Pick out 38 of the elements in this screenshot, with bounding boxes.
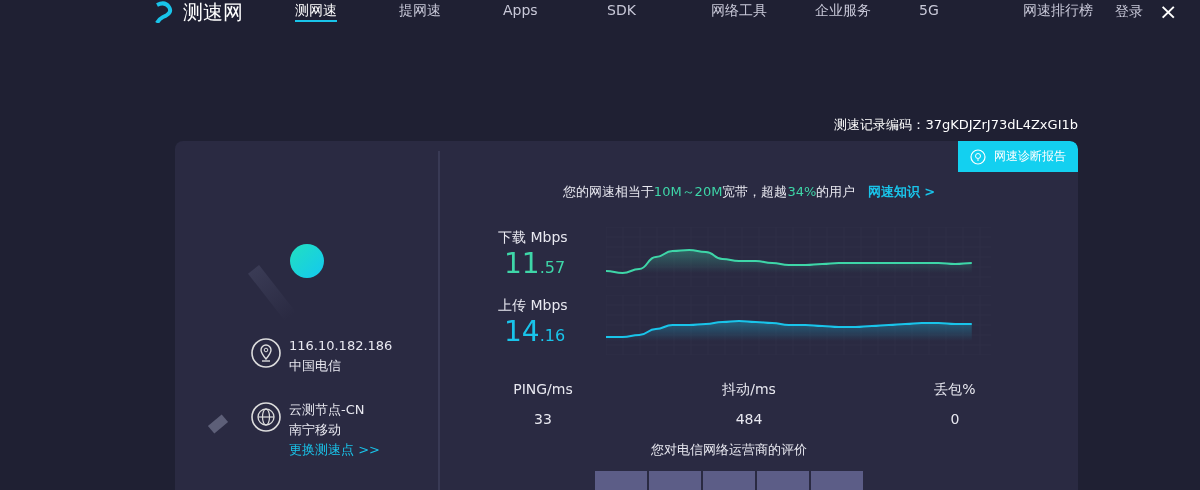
metric-label: 丢包% [933, 381, 977, 399]
metric-value: 484 [734, 411, 764, 427]
metric-label: 抖动/ms [721, 381, 777, 399]
rating-prompt: 您对电信网络运营商的评价 [650, 441, 808, 459]
nav-tab[interactable]: 5G [919, 1, 1023, 23]
rating-option[interactable] [757, 471, 809, 490]
speed-value: 11.57 [503, 247, 562, 280]
login-link[interactable]: 登录 [1115, 3, 1143, 21]
server-location: 南宁移动 [289, 422, 342, 438]
nav-tab[interactable]: 网络工具 [711, 1, 815, 23]
location-pin-icon [251, 338, 281, 368]
close-button[interactable]: × [1159, 1, 1178, 23]
nav-tab[interactable]: Apps [503, 1, 607, 23]
speed-label: 上传 Mbps [498, 296, 568, 315]
ip-address: 116.10.182.186 [289, 338, 393, 354]
record-code: 测速记录编码：37gKDJZrJ73dL4ZxGI1b [834, 116, 1078, 134]
server-name-text: 云测节点-CN [289, 402, 366, 418]
nav-tab[interactable]: 测网速 [295, 1, 399, 23]
nav-tab[interactable]: 网速排行榜 [1023, 1, 1093, 23]
nav-tab[interactable]: 提网速 [399, 1, 503, 23]
metric-value: 0 [949, 411, 961, 427]
change-server-link[interactable]: 更换测速点 >> [289, 442, 380, 458]
nav-tab[interactable]: 企业服务 [815, 1, 919, 23]
rating-option[interactable] [811, 471, 863, 490]
metric-label: PING/ms [512, 381, 574, 399]
speed-label: 下载 Mbps [498, 228, 568, 247]
speed-summary: 您的网速相当于10M～20M宽带，超越34%的用户 [562, 184, 856, 199]
isp-name: 中国电信 [289, 358, 342, 374]
globe-icon [251, 402, 281, 432]
metric-value: 33 [533, 411, 553, 427]
nav-tab[interactable]: SDK [607, 1, 711, 23]
gauge-knob-icon [290, 244, 324, 278]
rating-option[interactable] [595, 471, 647, 490]
rating-option[interactable] [649, 471, 701, 490]
speed-value: 14.16 [503, 315, 562, 348]
speed-knowledge-link[interactable]: 网速知识 > [867, 184, 936, 199]
rating-option[interactable] [703, 471, 755, 490]
logo-text: 测速网 [183, 0, 243, 26]
